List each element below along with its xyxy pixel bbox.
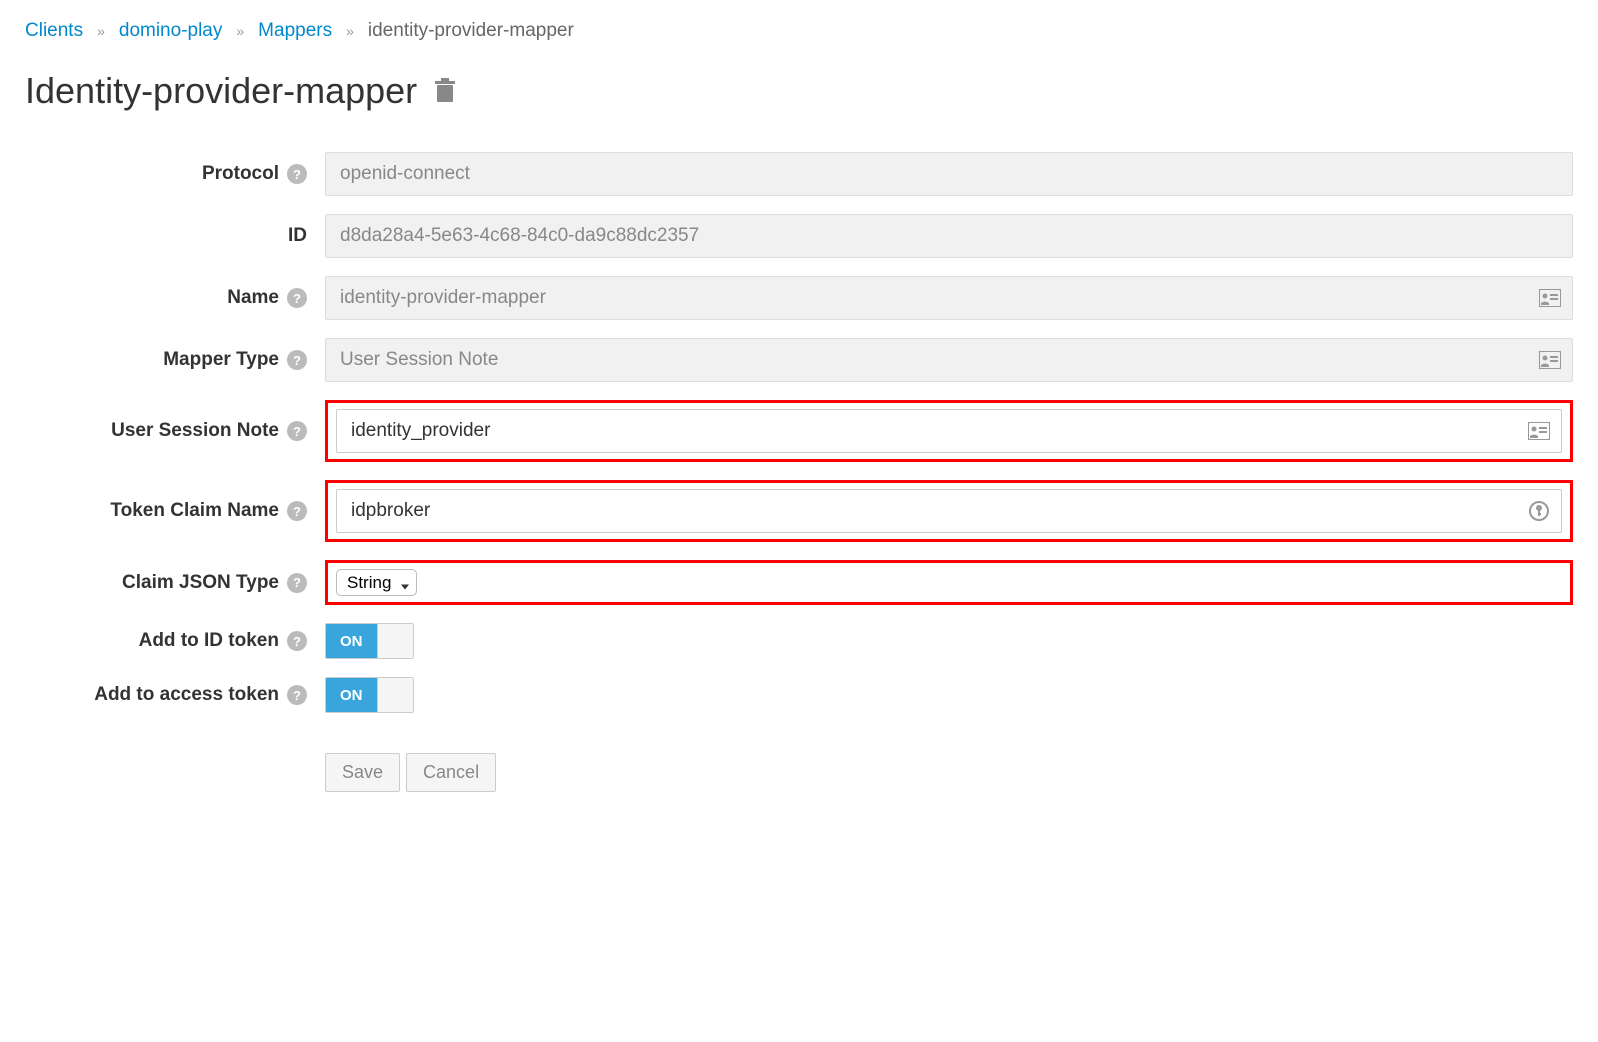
highlight-box xyxy=(325,480,1573,542)
breadcrumb-link-client[interactable]: domino-play xyxy=(119,20,223,42)
help-icon[interactable]: ? xyxy=(287,164,307,184)
toggle-on-label: ON xyxy=(326,678,377,712)
form-row-mapper-type: Mapper Type ? xyxy=(25,338,1573,382)
toggle-on-label: ON xyxy=(326,624,377,658)
label-claim-json-type: Claim JSON Type ? xyxy=(25,572,325,594)
name-input[interactable] xyxy=(325,276,1573,320)
toggle-handle xyxy=(377,678,413,712)
breadcrumb-current: identity-provider-mapper xyxy=(368,20,574,42)
label-add-to-id-token: Add to ID token ? xyxy=(25,630,325,652)
help-icon[interactable]: ? xyxy=(287,501,307,521)
breadcrumb-separator-icon: » xyxy=(97,23,105,39)
breadcrumb-link-mappers[interactable]: Mappers xyxy=(258,20,332,42)
form-row-id: ID xyxy=(25,214,1573,258)
breadcrumb-separator-icon: » xyxy=(236,23,244,39)
label-mapper-type: Mapper Type ? xyxy=(25,349,325,371)
add-to-id-token-toggle[interactable]: ON xyxy=(325,623,414,659)
form-row-protocol: Protocol ? xyxy=(25,152,1573,196)
save-button[interactable]: Save xyxy=(325,753,400,792)
label-user-session-note: User Session Note ? xyxy=(25,420,325,442)
help-icon[interactable]: ? xyxy=(287,573,307,593)
page-title: Identity-provider-mapper xyxy=(25,70,1573,112)
id-input xyxy=(325,214,1573,258)
form-row-add-to-access-token: Add to access token ? ON xyxy=(25,677,1573,713)
breadcrumb-separator-icon: » xyxy=(346,23,354,39)
breadcrumb-link-clients[interactable]: Clients xyxy=(25,20,83,42)
toggle-handle xyxy=(377,624,413,658)
help-icon[interactable]: ? xyxy=(287,350,307,370)
mapper-type-input xyxy=(325,338,1573,382)
form-row-add-to-id-token: Add to ID token ? ON xyxy=(25,623,1573,659)
protocol-input xyxy=(325,152,1573,196)
page-title-text: Identity-provider-mapper xyxy=(25,70,417,112)
label-id: ID xyxy=(25,225,325,247)
user-session-note-input[interactable] xyxy=(336,409,1562,453)
delete-icon[interactable] xyxy=(433,78,457,104)
help-icon[interactable]: ? xyxy=(287,685,307,705)
claim-json-type-select[interactable]: String xyxy=(336,569,417,596)
form-row-name: Name ? xyxy=(25,276,1573,320)
breadcrumb: Clients » domino-play » Mappers » identi… xyxy=(25,20,1573,42)
button-row: Save Cancel xyxy=(325,753,1573,792)
form-row-token-claim-name: Token Claim Name ? xyxy=(25,480,1573,542)
card-icon xyxy=(1528,422,1550,440)
label-protocol: Protocol ? xyxy=(25,163,325,185)
help-icon[interactable]: ? xyxy=(287,421,307,441)
label-add-to-access-token: Add to access token ? xyxy=(25,684,325,706)
label-name: Name ? xyxy=(25,287,325,309)
form-row-claim-json-type: Claim JSON Type ? String xyxy=(25,560,1573,605)
cancel-button[interactable]: Cancel xyxy=(406,753,496,792)
token-claim-name-input[interactable] xyxy=(336,489,1562,533)
key-icon xyxy=(1528,500,1550,522)
card-icon xyxy=(1539,289,1561,307)
label-token-claim-name: Token Claim Name ? xyxy=(25,500,325,522)
help-icon[interactable]: ? xyxy=(287,631,307,651)
form-row-user-session-note: User Session Note ? xyxy=(25,400,1573,462)
highlight-box: String xyxy=(325,560,1573,605)
add-to-access-token-toggle[interactable]: ON xyxy=(325,677,414,713)
help-icon[interactable]: ? xyxy=(287,288,307,308)
highlight-box xyxy=(325,400,1573,462)
card-icon xyxy=(1539,351,1561,369)
